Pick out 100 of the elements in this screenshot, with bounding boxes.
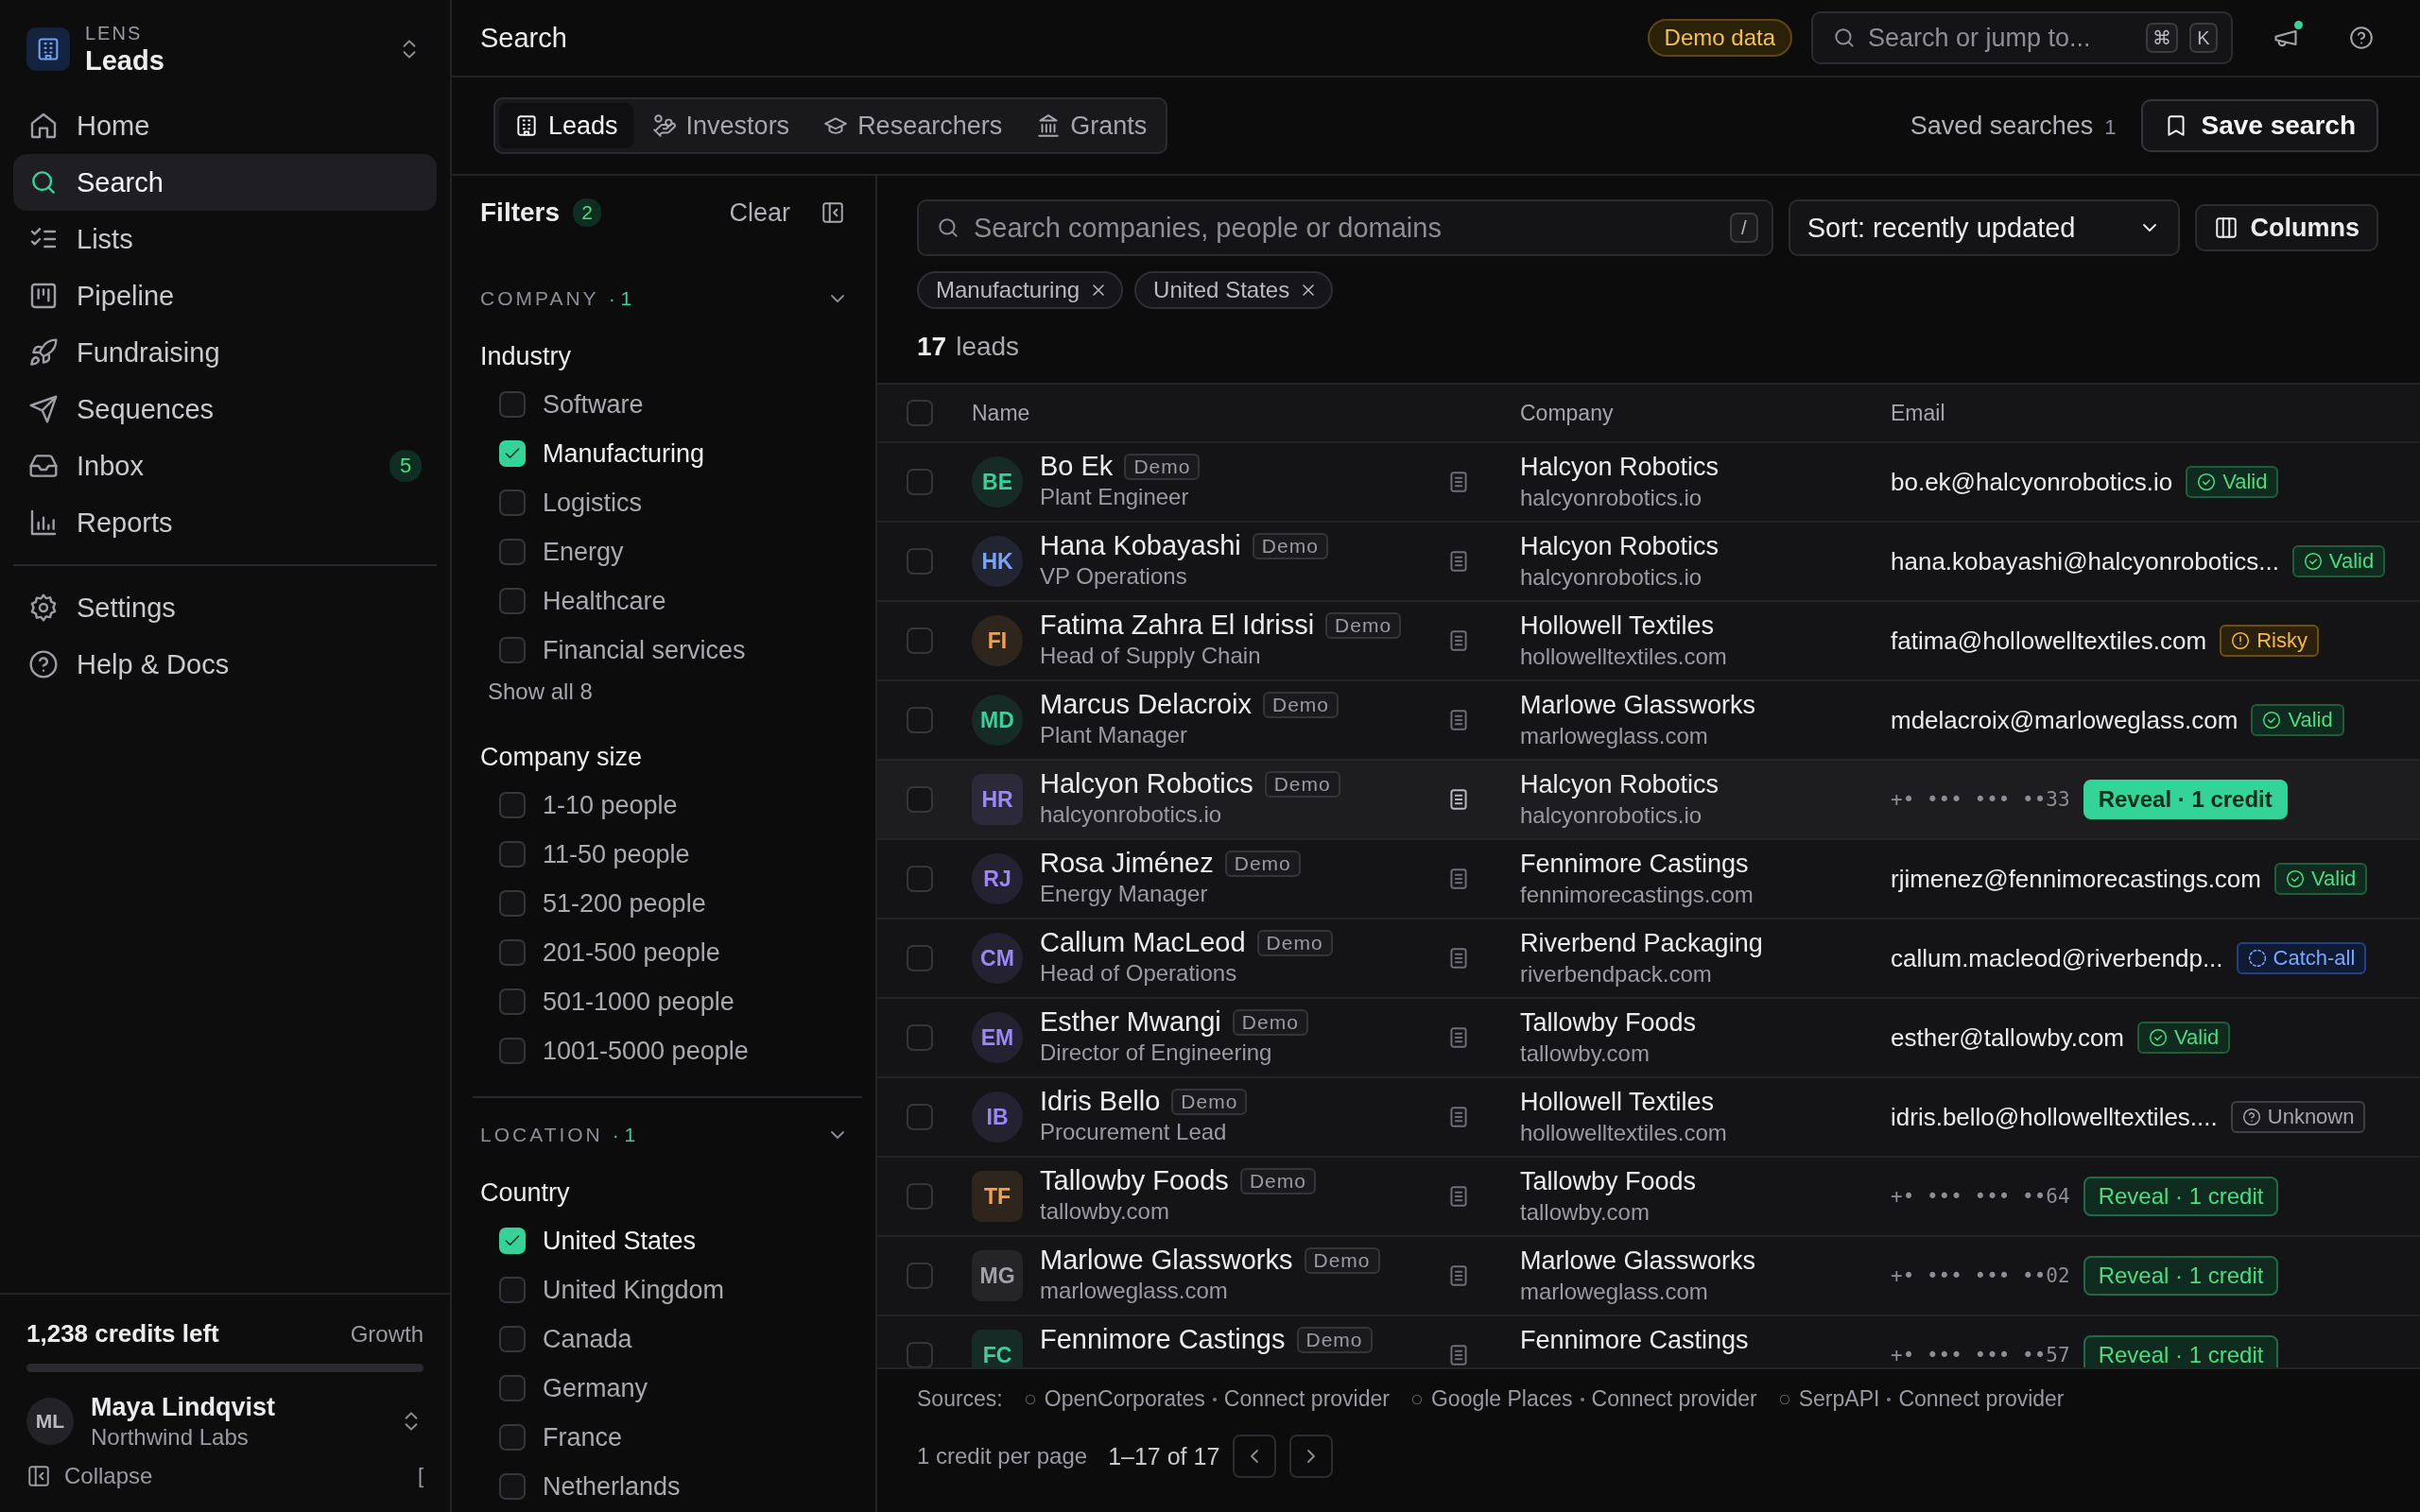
collapse-button[interactable]: Collapse bbox=[26, 1463, 153, 1489]
checkbox[interactable] bbox=[499, 988, 526, 1015]
checkbox[interactable] bbox=[907, 1342, 933, 1367]
shortcut-key: ⌘ bbox=[2146, 23, 2178, 53]
lead-name[interactable]: Callum MacLeod bbox=[1040, 927, 1246, 958]
global-search-field[interactable]: Search or jump to... ⌘ K bbox=[1811, 11, 2233, 64]
checkbox[interactable] bbox=[907, 469, 933, 495]
nav-item[interactable]: Sequences bbox=[13, 381, 437, 438]
avatar: HR bbox=[972, 774, 1023, 825]
lead-name[interactable]: Marcus Delacroix bbox=[1040, 689, 1252, 720]
table-row[interactable]: TF Tallowby Foods Demo tallowby.com Tallowby Foods tallowby.com +• ••• ••• ••64 Reveal · 1 credit bbox=[877, 1158, 2420, 1237]
reveal-button[interactable]: Reveal · 1 credit bbox=[2083, 1335, 2279, 1367]
next-page-button[interactable] bbox=[1289, 1435, 1334, 1478]
checkbox[interactable] bbox=[499, 490, 526, 516]
check-circle-icon bbox=[2303, 552, 2323, 571]
tab[interactable]: Investors bbox=[636, 103, 805, 148]
checkbox[interactable] bbox=[499, 890, 526, 917]
checkbox[interactable] bbox=[907, 945, 933, 971]
sort-dropdown[interactable]: Sort: recently updated bbox=[1788, 199, 2181, 256]
checkbox[interactable] bbox=[499, 792, 526, 818]
section-header[interactable]: LOCATION · 1 bbox=[480, 1118, 849, 1152]
table-row[interactable]: HK Hana Kobayashi Demo VP Operations Halcyon Robotics halcyonrobotics.io hana.kobayashi@halcyonrobotics... Valid bbox=[877, 523, 2420, 602]
nav-item[interactable]: Inbox 5 bbox=[13, 438, 437, 494]
checkbox[interactable] bbox=[499, 440, 526, 467]
lead-name[interactable]: Idris Bello bbox=[1040, 1086, 1161, 1117]
saved-searches-button[interactable]: Saved searches 1 bbox=[1910, 111, 2117, 141]
checkbox[interactable] bbox=[907, 1104, 933, 1130]
show-all-link[interactable]: Show all 8 bbox=[488, 679, 849, 705]
checkbox[interactable] bbox=[499, 1473, 526, 1500]
checkbox[interactable] bbox=[907, 627, 933, 654]
reveal-button[interactable]: Reveal · 1 credit bbox=[2083, 1177, 2279, 1216]
page-title: Search bbox=[480, 22, 567, 54]
table-row[interactable]: BE Bo Ek Demo Plant Engineer Halcyon Robotics halcyonrobotics.io bo.ek@halcyonrobotics.io Valid bbox=[877, 443, 2420, 523]
reveal-button[interactable]: Reveal · 1 credit bbox=[2083, 1256, 2279, 1296]
checkbox[interactable] bbox=[907, 400, 933, 426]
lead-name[interactable]: Fennimore Castings bbox=[1040, 1324, 1286, 1355]
table-row[interactable]: CM Callum MacLeod Demo Head of Operations Riverbend Packaging riverbendpack.com callum.macleod@riverbendp... Catch-all bbox=[877, 919, 2420, 999]
columns-button[interactable]: Columns bbox=[2195, 204, 2378, 251]
nav-item[interactable]: Reports bbox=[13, 494, 437, 551]
nav-item[interactable]: Help & Docs bbox=[13, 636, 437, 693]
save-search-button[interactable]: Save search bbox=[2140, 99, 2378, 152]
lead-name[interactable]: Esther Mwangi bbox=[1040, 1006, 1221, 1038]
lead-name[interactable]: Tallowby Foods bbox=[1040, 1165, 1229, 1196]
checkbox[interactable] bbox=[499, 841, 526, 868]
reveal-button[interactable]: Reveal · 1 credit bbox=[2083, 780, 2288, 819]
tab[interactable]: Grants bbox=[1021, 103, 1163, 148]
checkbox[interactable] bbox=[499, 637, 526, 663]
section-header[interactable]: COMPANY · 1 bbox=[480, 282, 849, 316]
table-row[interactable]: MD Marcus Delacroix Demo Plant Manager Marlowe Glassworks marloweglass.com mdelacroix@marloweglass.com Valid bbox=[877, 681, 2420, 761]
search-input[interactable]: Search companies, people or domains bbox=[974, 212, 1717, 244]
table-row[interactable]: FI Fatima Zahra El Idrissi Demo Head of Supply Chain Hollowell Textiles hollowelltextiles.com fatima@hollowelltextiles.com Risky bbox=[877, 602, 2420, 681]
checkbox[interactable] bbox=[499, 539, 526, 565]
nav-item[interactable]: Search bbox=[13, 154, 437, 211]
search-field[interactable]: Search companies, people or domains / bbox=[917, 199, 1773, 256]
tab[interactable]: Leads bbox=[499, 103, 633, 148]
checkbox[interactable] bbox=[907, 1263, 933, 1289]
rocket-icon bbox=[28, 337, 59, 368]
table-row[interactable]: EM Esther Mwangi Demo Director of Engineering Tallowby Foods tallowby.com esther@tallowby.com Valid bbox=[877, 999, 2420, 1078]
previous-page-button[interactable] bbox=[1233, 1435, 1277, 1478]
table-row[interactable]: IB Idris Bello Demo Procurement Lead Hollowell Textiles hollowelltextiles.com idris.bello@hollowelltextiles.... Unknown bbox=[877, 1078, 2420, 1158]
table-row[interactable]: FC Fennimore Castings Demo Fennimore Castings +• ••• ••• ••57 Reveal · 1 credit bbox=[877, 1316, 2420, 1367]
lead-name[interactable]: Fatima Zahra El Idrissi bbox=[1040, 610, 1315, 641]
checkbox[interactable] bbox=[499, 1326, 526, 1352]
checkbox[interactable] bbox=[907, 1024, 933, 1051]
checkbox[interactable] bbox=[907, 707, 933, 733]
lead-name[interactable]: Bo Ek bbox=[1040, 451, 1114, 482]
nav-item[interactable]: Fundraising bbox=[13, 324, 437, 381]
nav-item[interactable]: Lists bbox=[13, 211, 437, 267]
checkbox[interactable] bbox=[907, 786, 933, 813]
checkbox[interactable] bbox=[499, 939, 526, 966]
clear-button[interactable]: Clear bbox=[729, 198, 790, 228]
table-row[interactable]: RJ Rosa Jiménez Demo Energy Manager Fennimore Castings fennimorecastings.com rjimenez@fennimorecastings.com Valid bbox=[877, 840, 2420, 919]
option-label: 1001-5000 people bbox=[543, 1036, 749, 1066]
checkbox[interactable] bbox=[499, 588, 526, 614]
checkbox[interactable] bbox=[499, 1424, 526, 1451]
nav-item[interactable]: Pipeline bbox=[13, 267, 437, 324]
filter-chip[interactable]: Manufacturing bbox=[917, 271, 1124, 309]
tab[interactable]: Researchers bbox=[808, 103, 1018, 148]
checkbox[interactable] bbox=[499, 1375, 526, 1401]
connect-provider-link[interactable]: Connect provider bbox=[1898, 1386, 2065, 1412]
connect-provider-link[interactable]: Connect provider bbox=[1223, 1386, 1390, 1412]
checkbox[interactable] bbox=[499, 1228, 526, 1254]
connect-provider-link[interactable]: Connect provider bbox=[1591, 1386, 1757, 1412]
nav-item[interactable]: Home bbox=[13, 97, 437, 154]
table-row[interactable]: HR Halcyon Robotics Demo halcyonrobotics.io Halcyon Robotics halcyonrobotics.io +• ••• ••• ••33 Reveal · 1 credit bbox=[877, 761, 2420, 840]
organization-name: Northwind Labs bbox=[91, 1423, 250, 1452]
filter-chip[interactable]: United States bbox=[1134, 271, 1334, 309]
lead-name[interactable]: Hana Kobayashi bbox=[1040, 530, 1241, 561]
checkbox[interactable] bbox=[499, 1038, 526, 1064]
checkbox[interactable] bbox=[499, 1277, 526, 1303]
nav-item[interactable]: Settings bbox=[13, 579, 437, 636]
lead-name[interactable]: Halcyon Robotics bbox=[1040, 768, 1253, 799]
table-row[interactable]: MG Marlowe Glassworks Demo marloweglass.com Marlowe Glassworks marloweglass.com +• ••• ••• ••02 Reveal · 1 credit bbox=[877, 1237, 2420, 1316]
lead-name[interactable]: Marlowe Glassworks bbox=[1040, 1245, 1293, 1276]
checkbox[interactable] bbox=[499, 391, 526, 418]
checkbox[interactable] bbox=[907, 548, 933, 575]
checkbox[interactable] bbox=[907, 866, 933, 892]
lead-name[interactable]: Rosa Jiménez bbox=[1040, 848, 1214, 879]
search-input[interactable]: Search or jump to... bbox=[1868, 23, 2135, 53]
checkbox[interactable] bbox=[907, 1183, 933, 1210]
